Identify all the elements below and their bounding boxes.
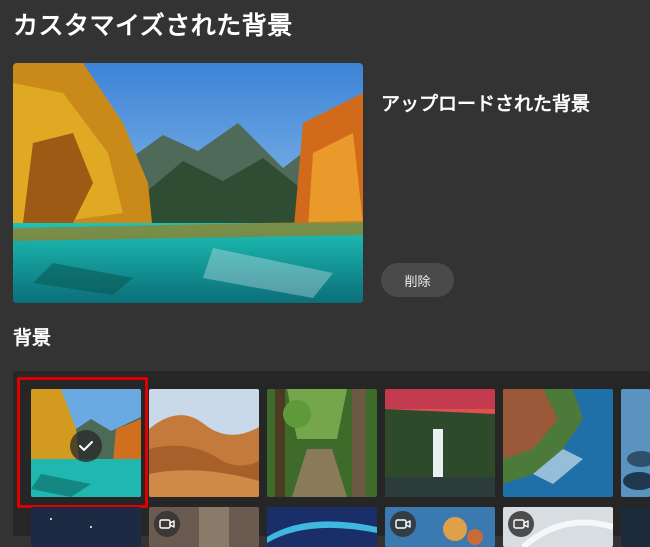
- check-icon: [70, 430, 102, 462]
- background-thumb-coastal-cliffs[interactable]: [503, 389, 613, 497]
- background-thumb-dark-blue[interactable]: [621, 507, 650, 547]
- video-camera-icon: [154, 511, 180, 537]
- background-thumb-blue-pebbles[interactable]: [621, 389, 650, 497]
- video-camera-icon: [390, 511, 416, 537]
- uploaded-background-preview: [13, 63, 363, 303]
- page-title: カスタマイズされた背景: [13, 11, 293, 40]
- uploaded-backgrounds-title: アップロードされた背景: [381, 93, 591, 115]
- backgrounds-section-title: 背景: [13, 327, 52, 349]
- background-thumb-desert-dunes[interactable]: [149, 389, 259, 497]
- delete-button[interactable]: 削除: [381, 263, 454, 297]
- video-camera-icon: [508, 511, 534, 537]
- background-thumb-waterfall-sunset[interactable]: [385, 389, 495, 497]
- background-thumb-aurora[interactable]: [267, 507, 377, 547]
- background-thumb-forest-path[interactable]: [267, 389, 377, 497]
- background-thumb-night-sky[interactable]: [31, 507, 141, 547]
